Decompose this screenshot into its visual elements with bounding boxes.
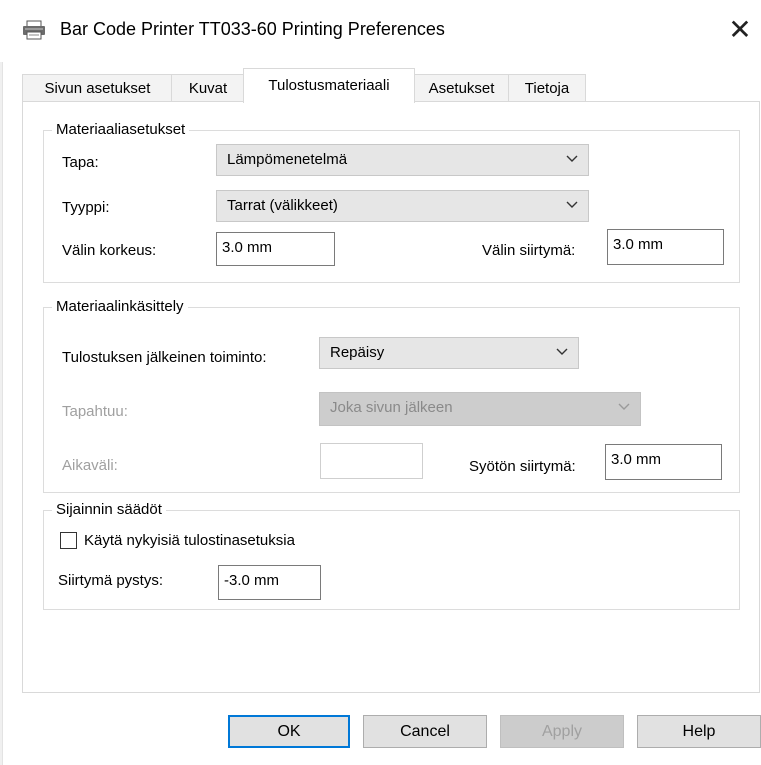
type-value: Tarrat (välikkeet) — [227, 197, 338, 214]
gap-offset-value: 3.0 mm — [613, 236, 664, 253]
tab-settings[interactable]: Asetukset — [413, 74, 510, 103]
tab-label: Kuvat — [188, 80, 228, 97]
printer-icon — [22, 20, 46, 40]
close-icon: ✕ — [728, 14, 752, 45]
feed-offset-value: 3.0 mm — [611, 451, 662, 468]
group-legend: Sijainnin säädöt — [52, 501, 166, 518]
window-title: Bar Code Printer TT033-60 Printing Prefe… — [60, 19, 445, 39]
tab-panel: Materiaaliasetukset Tapa: Lämpömenetelmä… — [22, 101, 760, 693]
use-current-settings-checkbox[interactable] — [60, 532, 77, 549]
occurs-value: Joka sivun jälkeen — [330, 399, 453, 416]
use-current-settings-label[interactable]: Käytä nykyisiä tulostinasetuksia — [84, 532, 295, 549]
tab-label: Asetukset — [428, 80, 495, 97]
occurs-select[interactable]: Joka sivun jälkeen — [319, 392, 641, 426]
method-value: Lämpömenetelmä — [227, 151, 348, 168]
cancel-button[interactable]: Cancel — [363, 715, 487, 748]
group-legend: Materiaalinkäsittely — [52, 298, 188, 315]
feed-offset-label: Syötön siirtymä: — [469, 458, 576, 475]
post-print-value: Repäisy — [330, 344, 385, 361]
tab-label: Sivun asetukset — [44, 80, 151, 97]
gap-height-value: 3.0 mm — [222, 239, 273, 256]
close-button[interactable]: ✕ — [720, 10, 760, 50]
gap-offset-input[interactable]: 3.0 mm — [607, 229, 724, 265]
apply-button[interactable]: Apply — [500, 715, 624, 748]
help-button[interactable]: Help — [637, 715, 761, 748]
interval-label: Aikaväli: — [62, 457, 118, 474]
gap-height-label: Välin korkeus: — [62, 242, 157, 259]
ok-button[interactable]: OK — [228, 715, 350, 748]
tab-label: Tulostusmateriaali — [268, 77, 390, 94]
type-label: Tyyppi: — [62, 199, 110, 216]
occurs-label: Tapahtuu: — [62, 403, 128, 420]
vertical-offset-input[interactable]: -3.0 mm — [218, 565, 321, 600]
chevron-down-icon — [556, 348, 568, 355]
post-print-select[interactable]: Repäisy — [319, 337, 579, 369]
vertical-offset-value: -3.0 mm — [224, 572, 280, 589]
title-bar: Bar Code Printer TT033-60 Printing Prefe… — [0, 0, 761, 62]
post-print-label: Tulostuksen jälkeinen toiminto: — [62, 349, 267, 366]
vertical-offset-label: Siirtymä pystys: — [58, 572, 164, 589]
tab-page-setup[interactable]: Sivun asetukset — [22, 74, 173, 103]
tab-about[interactable]: Tietoja — [508, 74, 586, 103]
tab-images[interactable]: Kuvat — [171, 74, 245, 103]
feed-offset-input[interactable]: 3.0 mm — [605, 444, 722, 480]
method-label: Tapa: — [62, 154, 99, 171]
position-adjust-group: Sijainnin säädöt — [43, 501, 740, 610]
tab-strip: Sivun asetukset Kuvat Tulostusmateriaali… — [22, 68, 761, 103]
method-select[interactable]: Lämpömenetelmä — [216, 144, 589, 176]
chevron-down-icon — [566, 155, 578, 162]
chevron-down-icon — [618, 403, 630, 410]
type-select[interactable]: Tarrat (välikkeet) — [216, 190, 589, 222]
interval-input[interactable] — [320, 443, 423, 479]
gap-height-input[interactable]: 3.0 mm — [216, 232, 335, 266]
chevron-down-icon — [566, 201, 578, 208]
group-legend: Materiaaliasetukset — [52, 121, 190, 138]
tab-label: Tietoja — [524, 80, 570, 97]
gap-offset-label: Välin siirtymä: — [482, 242, 576, 259]
window-left-edge — [0, 0, 3, 765]
tab-media[interactable]: Tulostusmateriaali — [243, 68, 415, 103]
